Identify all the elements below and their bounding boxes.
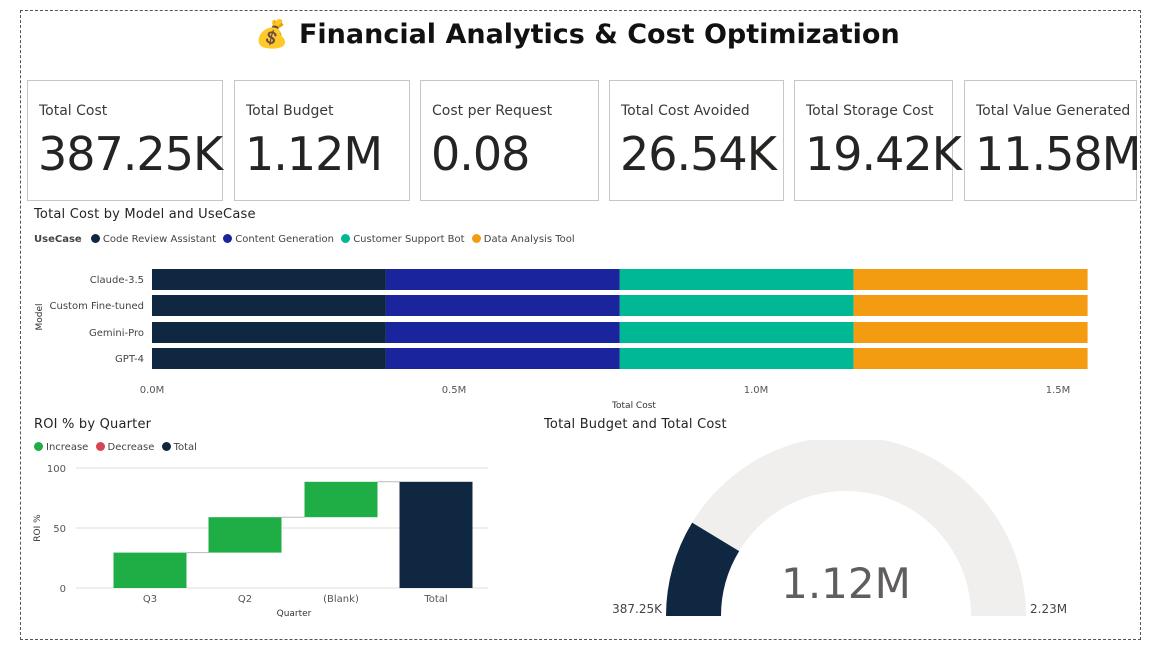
legend-item-decrease[interactable]: Decrease — [95, 442, 155, 453]
x-tick-label: (Blank) — [323, 594, 359, 605]
stacked-bar-chart: Model Total Cost Claude-3.5 Custom Fine-t… — [35, 269, 1088, 411]
legend-dot — [341, 234, 351, 243]
money-bag-icon: 💰 — [255, 19, 289, 50]
x-tick-label: Q3 — [143, 594, 157, 605]
gauge-center-value: 1.12M — [781, 559, 911, 608]
bar-chart-legend: UseCase Code Review Assistant Content Ge… — [34, 234, 579, 245]
bar-segment — [152, 295, 386, 316]
kpi-label: Total Budget — [246, 103, 334, 119]
kpi-value: 19.42K — [805, 127, 962, 181]
page-title-text: Financial Analytics & Cost Optimization — [298, 19, 900, 50]
legend-dot — [223, 234, 233, 243]
kpi-card-total-value-generated[interactable]: Total Value Generated 11.58M — [964, 80, 1141, 201]
x-axis-title: Total Cost — [611, 401, 656, 411]
legend-label: Increase — [46, 442, 89, 453]
page-title: 💰 Financial Analytics & Cost Optimization — [0, 18, 1155, 50]
kpi-label: Cost per Request — [432, 103, 553, 119]
legend-label: Code Review Assistant — [102, 234, 217, 245]
waterfall-bar — [208, 517, 282, 553]
bar-segment — [152, 348, 386, 369]
bar-segment — [385, 269, 620, 290]
waterfall-bar — [113, 552, 187, 588]
roi-chart-legend: Increase Decrease Total — [34, 442, 201, 453]
x-tick-label: 1.0M — [744, 385, 769, 396]
kpi-card-total-budget[interactable]: Total Budget 1.12M — [234, 80, 410, 201]
legend-item-total[interactable]: Total — [161, 442, 197, 453]
bar-segment — [152, 322, 386, 343]
roi-chart-title: ROI % by Quarter — [34, 417, 152, 432]
kpi-value: 0.08 — [431, 127, 530, 181]
kpi-card-total-cost-avoided[interactable]: Total Cost Avoided 26.54K — [609, 80, 784, 201]
x-tick-label: Total — [423, 594, 447, 605]
kpi-value: 387.25K — [38, 127, 223, 181]
x-tick-label: Q2 — [238, 594, 252, 605]
x-axis-title: Quarter — [277, 609, 312, 619]
waterfall-bar — [399, 481, 473, 588]
gauge-chart: 1.12M 387.25K 2.23M — [612, 440, 1067, 616]
legend-item-data-analysis[interactable]: Data Analysis Tool — [471, 234, 575, 245]
bar-segment — [619, 269, 854, 290]
waterfall-bar — [304, 481, 378, 518]
kpi-label: Total Storage Cost — [806, 103, 934, 119]
legend-item-content-generation[interactable]: Content Generation — [223, 234, 334, 245]
kpi-value: 1.12M — [245, 127, 383, 181]
bar-segment — [152, 269, 386, 290]
x-tick-label: 0.0M — [140, 385, 165, 396]
legend-label: Content Generation — [235, 234, 335, 245]
legend-title: UseCase — [34, 234, 82, 245]
y-tick-label: GPT-4 — [115, 354, 144, 365]
bar-chart-title: Total Cost by Model and UseCase — [34, 207, 256, 222]
legend-label: Decrease — [107, 442, 155, 453]
bar-segment — [385, 322, 620, 343]
y-tick-label: Custom Fine-tuned — [50, 301, 145, 312]
y-tick-label: Gemini-Pro — [89, 328, 144, 339]
legend-item-code-review[interactable]: Code Review Assistant — [90, 234, 217, 245]
bar-segment — [385, 348, 620, 369]
kpi-value: 26.54K — [620, 127, 777, 181]
legend-dot — [471, 234, 481, 243]
bar-segment — [619, 348, 854, 369]
kpi-card-cost-per-request[interactable]: Cost per Request 0.08 — [420, 80, 599, 201]
legend-dot — [90, 234, 100, 243]
bar-segment — [619, 322, 854, 343]
kpi-card-total-storage-cost[interactable]: Total Storage Cost 19.42K — [794, 80, 962, 201]
y-tick-label: Claude-3.5 — [90, 275, 144, 286]
gauge-min-label: 387.25K — [612, 602, 663, 616]
legend-dot — [34, 442, 43, 451]
legend-dot — [95, 442, 105, 451]
kpi-label: Total Cost Avoided — [621, 103, 750, 119]
kpi-label: Total Value Generated — [976, 103, 1131, 119]
y-axis-title: Model — [35, 303, 45, 330]
legend-item-customer-support[interactable]: Customer Support Bot — [341, 234, 465, 245]
kpi-value: 11.58M — [975, 127, 1141, 181]
legend-label: Total — [173, 442, 197, 453]
y-tick-label: 0 — [60, 584, 66, 595]
bar-segment — [853, 348, 1088, 369]
legend-label: Customer Support Bot — [353, 234, 465, 245]
legend-dot — [161, 442, 171, 451]
bar-segment — [853, 322, 1088, 343]
bar-segment — [619, 295, 854, 316]
bar-segment — [385, 295, 620, 316]
y-tick-label: 50 — [53, 524, 66, 535]
y-tick-label: 100 — [47, 464, 66, 475]
kpi-card-total-cost[interactable]: Total Cost 387.25K — [27, 80, 223, 201]
y-axis-title: ROI % — [33, 514, 43, 542]
kpi-label: Total Cost — [39, 103, 108, 119]
legend-item-increase[interactable]: Increase — [34, 442, 88, 453]
bar-segment — [853, 295, 1088, 316]
legend-label: Data Analysis Tool — [483, 234, 575, 245]
x-tick-label: 0.5M — [442, 385, 467, 396]
gauge-max-label: 2.23M — [1030, 602, 1067, 616]
x-tick-label: 1.5M — [1046, 385, 1071, 396]
gauge-title: Total Budget and Total Cost — [544, 417, 727, 432]
bar-segment — [853, 269, 1088, 290]
waterfall-chart: ROI % Quarter 100 50 0 Q3 Q2 (Blank) Total — [33, 464, 488, 619]
